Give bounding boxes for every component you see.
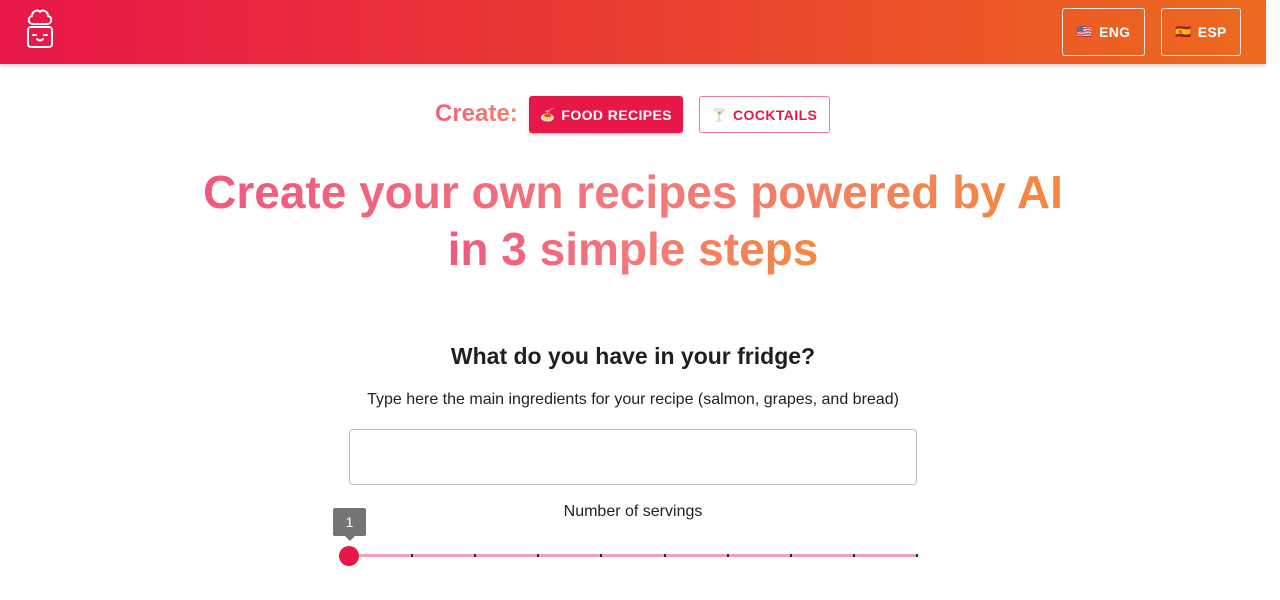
chef-robot-icon[interactable] — [24, 8, 56, 52]
slider-step-mark — [726, 554, 729, 557]
language-label-eng: ENG — [1099, 24, 1131, 40]
slider-step-mark — [411, 554, 414, 557]
servings-slider[interactable]: 1 — [333, 508, 918, 566]
language-button-eng[interactable]: 🇺🇸 ENG — [1062, 8, 1145, 56]
hero-headline: Create your own recipes powered by AI in… — [0, 164, 1266, 278]
language-label-esp: ESP — [1197, 24, 1227, 40]
slider-step-mark — [789, 554, 792, 557]
slider-step-mark — [537, 554, 540, 557]
slider-step-mark — [600, 554, 603, 557]
cocktails-button[interactable]: 🍸 COCKTAILS — [699, 96, 830, 133]
pasta-icon: 🍝 — [540, 107, 556, 122]
cocktail-icon: 🍸 — [711, 107, 728, 122]
spain-flag-icon: 🇪🇸 — [1175, 24, 1192, 39]
slider-rail — [349, 554, 917, 557]
top-header: 🇺🇸 ENG 🇪🇸 ESP — [0, 0, 1266, 64]
ingredients-input[interactable] — [349, 429, 917, 485]
ingredients-instructions: Type here the main ingredients for your … — [367, 391, 899, 408]
us-flag-icon: 🇺🇸 — [1076, 24, 1094, 39]
hero-line-2: in 3 simple steps — [448, 221, 819, 278]
cocktails-label: COCKTAILS — [733, 106, 818, 123]
create-mode-toggle: Create: 🍝 FOOD RECIPES 🍸 COCKTAILS — [0, 96, 1266, 133]
food-recipes-label: FOOD RECIPES — [561, 106, 672, 123]
slider-step-mark — [852, 554, 855, 557]
hero-line-1: Create your own recipes powered by AI — [203, 164, 1063, 221]
slider-step-mark — [916, 554, 918, 557]
slider-step-mark — [663, 554, 666, 557]
servings-label: Number of servings — [563, 503, 703, 520]
language-button-esp[interactable]: 🇪🇸 ESP — [1161, 8, 1241, 56]
slider-step-mark — [474, 554, 477, 557]
fridge-question-title: What do you have in your fridge? — [450, 343, 816, 369]
slider-thumb[interactable] — [339, 546, 359, 566]
food-recipes-button[interactable]: 🍝 FOOD RECIPES — [529, 96, 683, 133]
slider-value-tooltip: 1 — [333, 508, 366, 541]
create-label: Create: — [435, 100, 518, 127]
